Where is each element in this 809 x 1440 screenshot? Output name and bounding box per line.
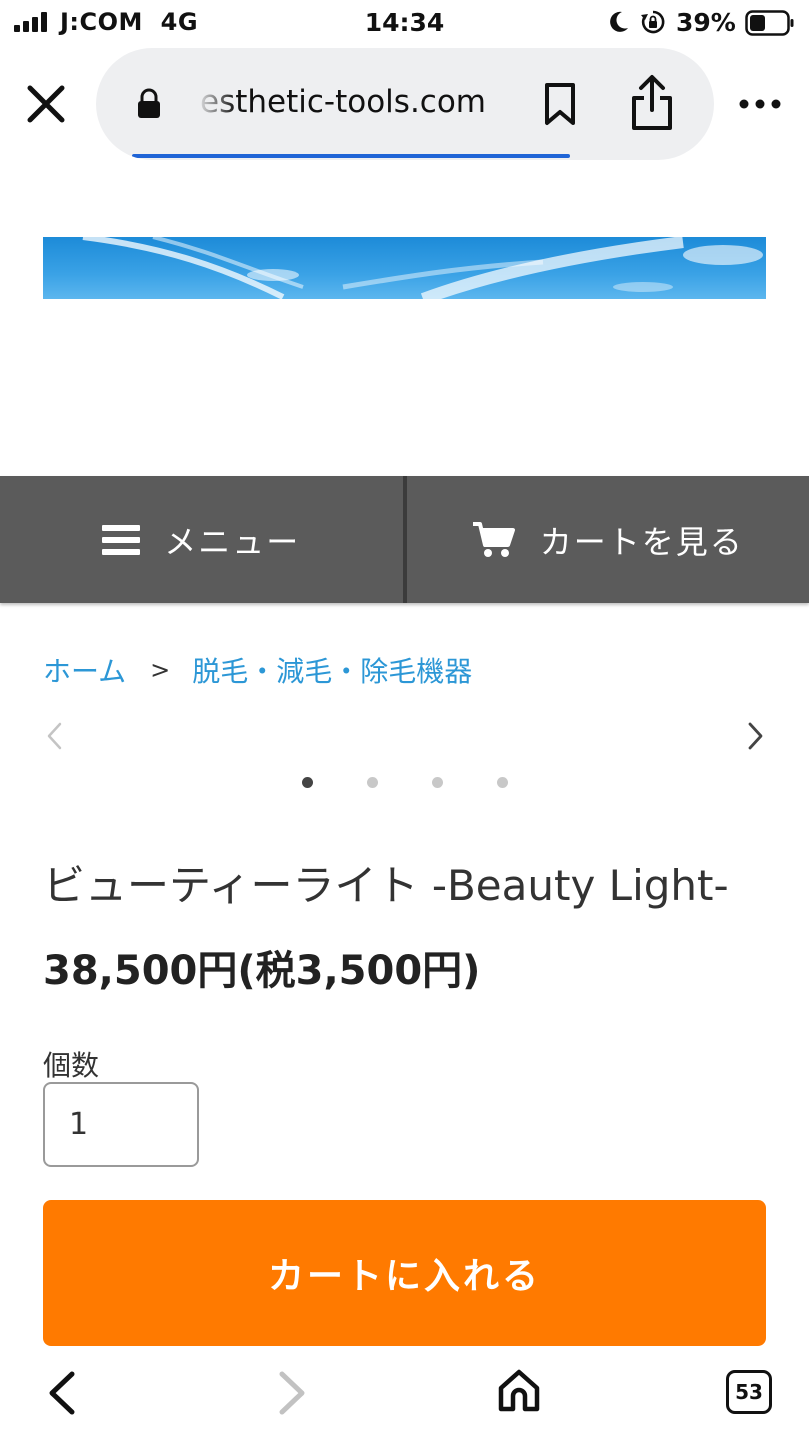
browser-toolbar: 53 [0,1346,809,1440]
share-icon[interactable] [628,74,676,132]
back-arrow-icon[interactable] [44,1370,80,1416]
breadcrumb-category-link[interactable]: 脱毛・減毛・除毛機器 [192,650,472,690]
quantity-input[interactable] [43,1082,199,1167]
do-not-disturb-icon [610,11,628,32]
carousel-dot[interactable] [302,777,313,788]
carousel-dots [0,777,809,789]
menu-label: メニュー [164,522,301,561]
close-tab-button[interactable] [24,82,68,126]
sky-clouds-graphic [82,237,763,299]
battery-icon [745,10,794,36]
carousel-dot[interactable] [432,777,443,788]
status-bar: J:COM 4G 14:34 39% [0,0,809,46]
quantity-label: 個数 [43,1049,100,1082]
breadcrumb-home-link[interactable]: ホーム [43,650,126,690]
header-banner-image[interactable] [43,237,766,299]
forward-arrow-icon[interactable] [274,1370,310,1416]
tab-switcher-button[interactable]: 53 [726,1370,772,1414]
carousel-prev-button[interactable] [40,718,70,754]
carousel-next-button[interactable] [740,718,770,754]
hamburger-icon [102,524,141,555]
product-price: 38,500円(税3,500円) [43,948,481,994]
battery-percent: 39% [676,8,736,37]
url-text[interactable]: esthetic-tools.com [200,84,486,120]
page-load-progress [132,154,570,158]
product-title: ビューティーライト -Beauty Light- [43,861,729,910]
cart-icon [472,521,515,557]
home-icon[interactable] [496,1368,542,1414]
address-bar[interactable]: esthetic-tools.com [96,48,714,160]
view-cart-button[interactable]: カートを見る [407,476,809,603]
bookmark-icon[interactable] [540,82,580,126]
url-fade-overlay [196,78,236,128]
more-options-icon[interactable] [736,92,784,116]
cart-label: カートを見る [539,522,744,561]
carousel-dot[interactable] [367,777,378,788]
orientation-lock-icon [641,10,665,34]
add-to-cart-button[interactable]: カートに入れる [43,1200,766,1346]
breadcrumb: ホーム > 脱毛・減毛・除毛機器 [43,650,472,690]
menu-button[interactable]: メニュー [0,476,403,603]
breadcrumb-separator: > [150,656,171,684]
lock-icon [138,88,160,118]
site-nav: メニュー カートを見る [0,476,809,603]
carousel-dot[interactable] [497,777,508,788]
